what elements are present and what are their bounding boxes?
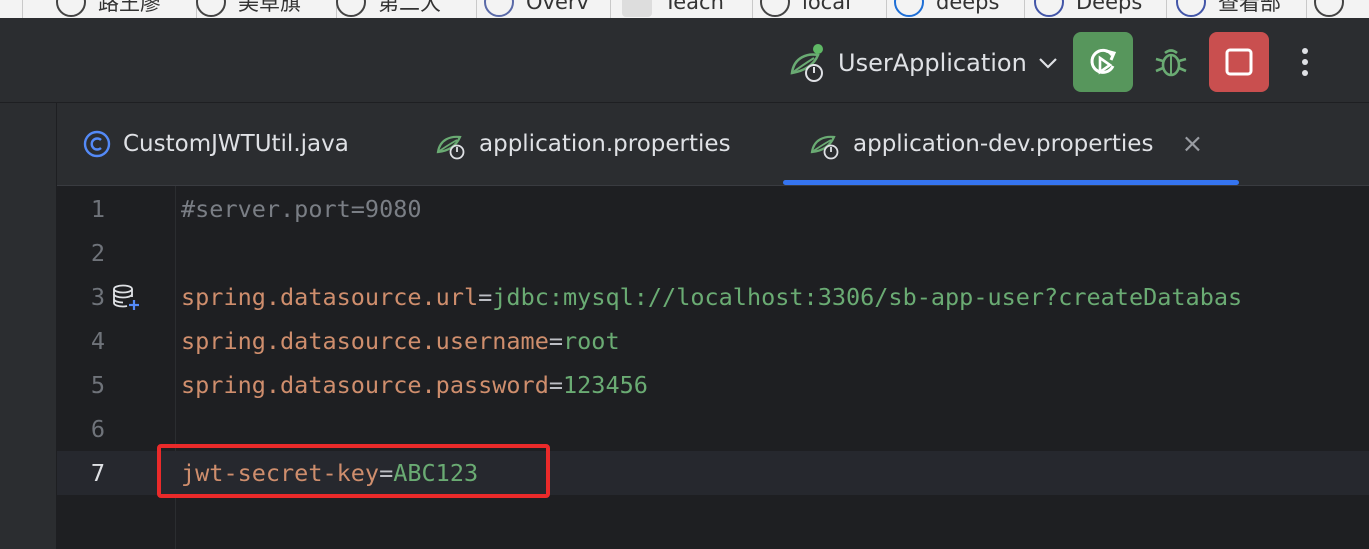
line-number: 4 [90, 327, 105, 355]
run-configuration-selector[interactable]: UserApplication [788, 42, 1059, 84]
property-line: spring.datasource.password=123456 [181, 371, 648, 399]
editor-tab-application-properties[interactable]: application.properties [435, 103, 731, 185]
browser-tab-label: Overv [526, 0, 589, 14]
red-highlight-box [157, 444, 550, 498]
more-options-button[interactable] [1280, 32, 1330, 92]
globe-icon [196, 0, 226, 17]
browser-tab-label: 第二大 [378, 0, 441, 15]
line-number: 5 [90, 371, 105, 399]
globe-icon [760, 0, 790, 17]
property-equals: = [478, 283, 493, 311]
editor-tab-customjwtutil[interactable]: CustomJWTUtil.java [83, 103, 349, 185]
browser-tab[interactable]: 第二大 [336, 0, 477, 18]
rerun-icon [1090, 48, 1117, 75]
editor-tab-label: application.properties [479, 131, 731, 157]
hexagon-icon [484, 0, 514, 17]
browser-tab[interactable] [1314, 0, 1369, 18]
browser-tab-label: 美草旗 [238, 0, 301, 15]
stop-icon [1225, 48, 1253, 76]
line-number: 7 [90, 459, 105, 487]
code-line[interactable]: 5 spring.datasource.password=123456 [57, 363, 1369, 407]
code-editor[interactable]: 1 #server.port=9080 2 3 spring.datasourc… [57, 186, 1369, 549]
browser-tab[interactable]: Teach [622, 0, 753, 18]
code-line[interactable]: 4 spring.datasource.username=root [57, 319, 1369, 363]
browser-tab-fragment[interactable]: 清 [0, 0, 23, 18]
editor-tab-bar: CustomJWTUtil.java application.propertie… [57, 103, 1369, 186]
property-value: jdbc:mysql://localhost:3306/sb-app-user?… [492, 283, 1243, 311]
code-line[interactable]: 3 spring.datasource.url=jdbc:mysql://loc… [57, 275, 1369, 319]
globe-icon [56, 0, 86, 17]
code-line[interactable]: 2 [57, 231, 1369, 275]
browser-tab[interactable]: 查看部 [1176, 0, 1307, 18]
run-configuration-label: UserApplication [838, 49, 1027, 77]
property-line: spring.datasource.url=jdbc:mysql://local… [181, 283, 1242, 311]
rerun-button[interactable] [1073, 32, 1133, 92]
property-value: 123456 [563, 371, 648, 399]
debug-button[interactable] [1141, 32, 1201, 92]
database-add-icon[interactable] [111, 282, 141, 312]
search-icon [894, 0, 924, 17]
line-number: 2 [90, 239, 105, 267]
spring-properties-icon [436, 135, 465, 160]
code-line[interactable]: 1 #server.port=9080 [57, 187, 1369, 231]
editor-tab-label: CustomJWTUtil.java [123, 131, 349, 157]
property-key: spring.datasource.password [181, 371, 549, 399]
line-number: 6 [90, 415, 105, 443]
property-value: root [563, 327, 620, 355]
globe-icon [1314, 0, 1344, 17]
tool-window-strip [0, 103, 57, 549]
browser-tab[interactable]: Overv [484, 0, 611, 18]
line-number: 1 [90, 195, 105, 223]
ide-toolbar: UserApplication [0, 18, 1369, 103]
chevron-down-icon [1039, 58, 1057, 69]
browser-tab-strip: 清 路王廖 美草旗 第二大 Overv Teach local deeps De… [0, 0, 1369, 18]
browser-tab[interactable]: 路王廖 [56, 0, 197, 18]
editor-tab-application-dev-properties[interactable]: application-dev.properties × [782, 103, 1240, 185]
globe-icon [336, 0, 366, 17]
line-number: 3 [90, 283, 105, 311]
java-class-icon [83, 130, 111, 158]
property-equals: = [548, 327, 564, 355]
browser-tab-label: deeps [936, 0, 1000, 14]
close-tab-icon[interactable]: × [1181, 129, 1203, 159]
property-line: spring.datasource.username=root [181, 327, 620, 355]
deepseek-icon [1034, 0, 1064, 17]
browser-tab[interactable]: deeps [894, 0, 1025, 18]
browser-tab-label: Deeps [1076, 0, 1143, 14]
spring-properties-icon [810, 135, 839, 160]
browser-tab-label: 查看部 [1218, 0, 1281, 15]
more-vertical-icon [1302, 48, 1308, 76]
browser-tab[interactable]: Deeps [1034, 0, 1167, 18]
browser-tab-label: 路王廖 [98, 0, 161, 15]
bug-icon [1155, 49, 1187, 77]
browser-tab[interactable]: local [760, 0, 887, 18]
browser-tab-label: local [802, 0, 851, 14]
spring-boot-app-icon [790, 44, 823, 82]
property-key: spring.datasource.url [181, 283, 479, 311]
browser-tab[interactable]: 美草旗 [196, 0, 337, 18]
browser-tab-label: Teach [664, 0, 724, 14]
stop-button[interactable] [1209, 32, 1269, 92]
note-icon [622, 0, 652, 17]
editor-tab-label: application-dev.properties [853, 131, 1154, 157]
property-equals: = [548, 371, 564, 399]
deepseek-icon [1176, 0, 1206, 17]
property-key: spring.datasource.username [181, 327, 549, 355]
code-comment: #server.port=9080 [181, 195, 422, 223]
